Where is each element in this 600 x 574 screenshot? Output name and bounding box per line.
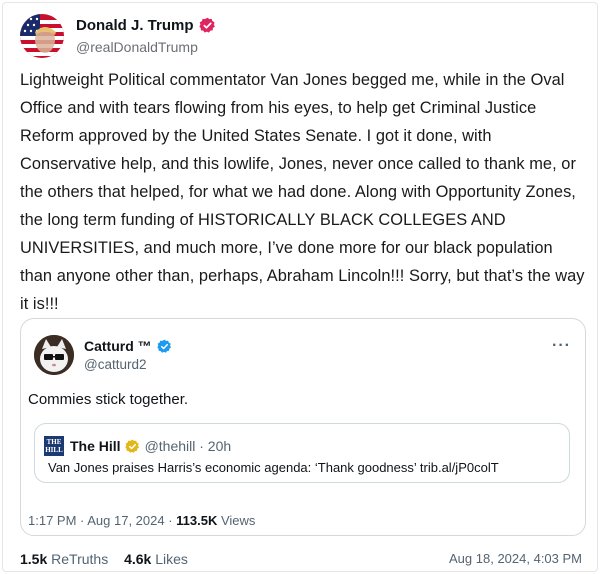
post-body-text: Lightweight Political commentator Van Jo… bbox=[20, 71, 585, 313]
author-name[interactable]: Donald J. Trump bbox=[76, 17, 194, 34]
quoted-author-handle[interactable]: @catturd2 bbox=[84, 357, 172, 372]
retruths-stat[interactable]: 1.5k ReTruths bbox=[20, 551, 108, 567]
likes-stat[interactable]: 4.6k Likes bbox=[124, 551, 188, 567]
quoted-post-card[interactable]: Catturd ™ @catturd2 ··· Commies stick to… bbox=[20, 318, 586, 536]
nested-post-text[interactable]: Van Jones praises Harris’s economic agen… bbox=[48, 460, 499, 475]
the-hill-logo: THE HILL bbox=[44, 436, 64, 456]
verified-org-badge-icon bbox=[124, 439, 140, 454]
quoted-author-avatar[interactable] bbox=[34, 335, 74, 375]
quoted-post-meta: 1:17 PM · Aug 17, 2024 · 113.5K Views bbox=[28, 513, 255, 528]
quoted-post-header: Catturd ™ @catturd2 bbox=[34, 335, 172, 375]
views-label: Views bbox=[217, 513, 256, 528]
views-count: 113.5K bbox=[176, 513, 218, 528]
nested-author-handle[interactable]: @thehill · 20h bbox=[145, 438, 232, 454]
post-footer: 1.5k ReTruths 4.6k Likes Aug 18, 2024, 4… bbox=[20, 551, 586, 567]
nested-post-header: THE HILL The Hill @thehill · 20h bbox=[44, 436, 231, 456]
quoted-author-name[interactable]: Catturd ™ bbox=[84, 338, 152, 354]
verified-badge-icon bbox=[157, 339, 172, 354]
nested-author-name[interactable]: The Hill bbox=[70, 438, 121, 454]
quoted-post-text: Commies stick together. bbox=[28, 391, 189, 408]
nested-quoted-post-card[interactable]: THE HILL The Hill @thehill · 20h Van Jon… bbox=[34, 423, 570, 483]
quoted-post-timestamp[interactable]: 1:17 PM · Aug 17, 2024 · bbox=[28, 513, 176, 528]
more-options-icon[interactable]: ··· bbox=[552, 338, 571, 354]
post-header: Donald J. Trump @realDonaldTrump bbox=[20, 14, 216, 58]
author-handle[interactable]: @realDonaldTrump bbox=[76, 39, 216, 55]
post-date[interactable]: Aug 18, 2024, 4:03 PM bbox=[449, 551, 582, 566]
avatar[interactable] bbox=[20, 14, 64, 58]
verified-badge-icon bbox=[198, 17, 216, 34]
